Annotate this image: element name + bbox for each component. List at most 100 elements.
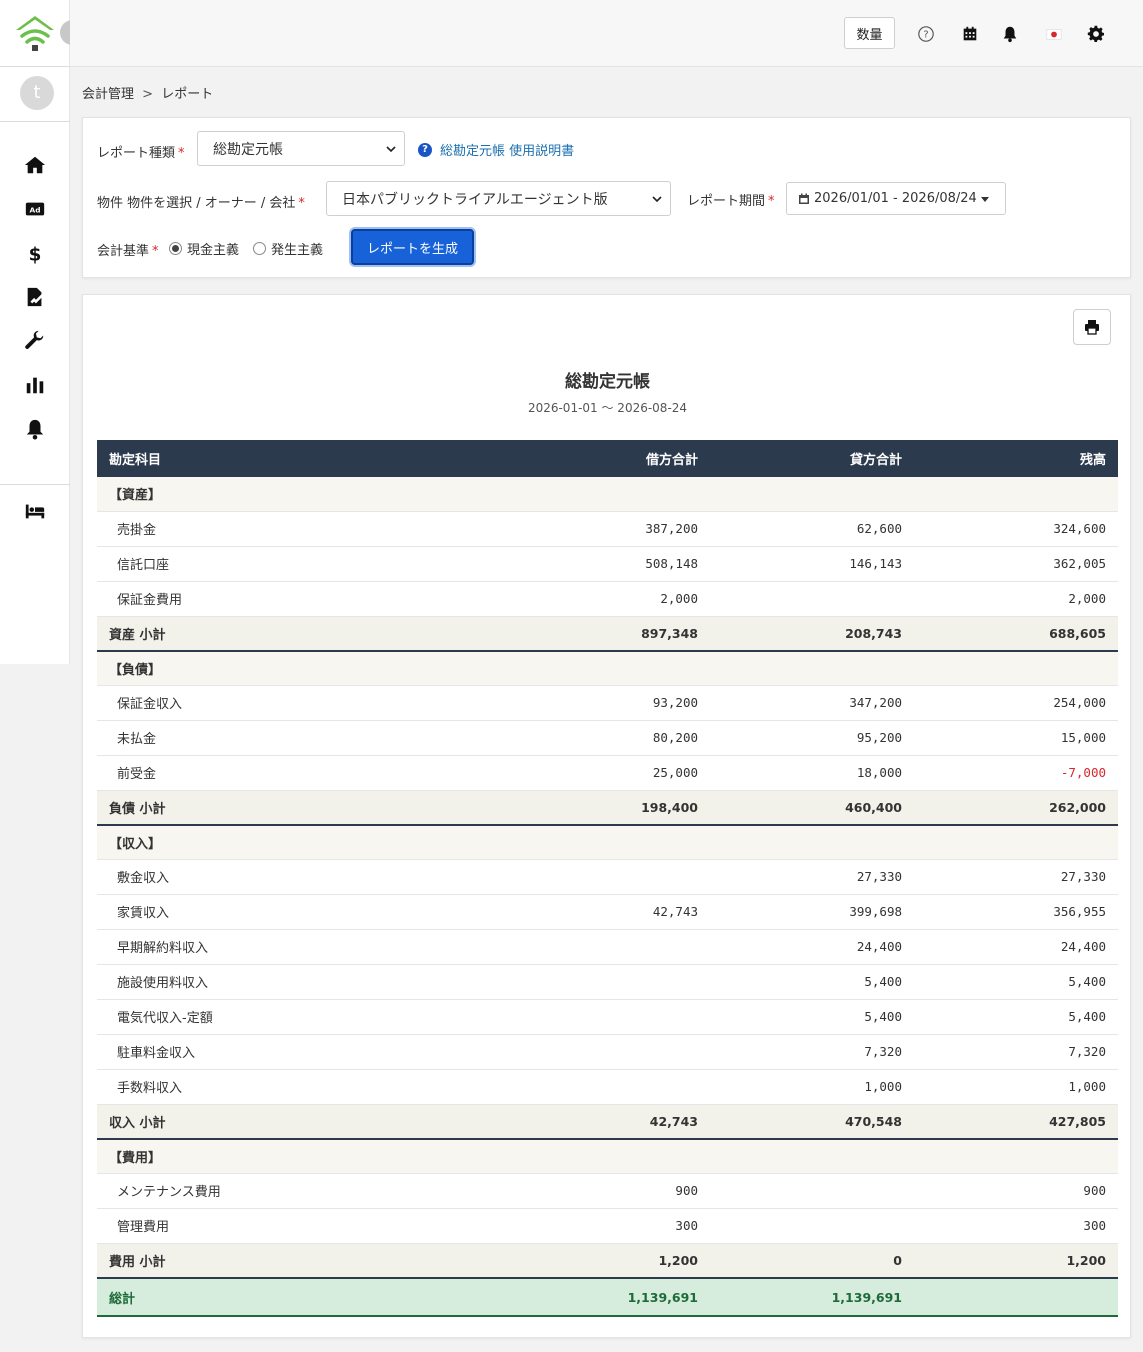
wrench-icon[interactable] bbox=[21, 327, 49, 355]
japan-flag-icon[interactable] bbox=[1044, 24, 1064, 44]
column-header: 勘定科目 bbox=[97, 440, 497, 477]
account-name: 敷金収入 bbox=[97, 859, 497, 895]
sidebar-divider bbox=[0, 484, 70, 485]
grand-total-credit: 1,139,691 bbox=[710, 1277, 914, 1317]
calendar-icon bbox=[799, 193, 809, 204]
section-heading-row: 【費用】 bbox=[97, 1139, 1118, 1174]
grand-total-row: 総計 1,139,691 1,139,691 bbox=[97, 1277, 1118, 1317]
balance: 254,000 bbox=[914, 685, 1118, 721]
report-type-select[interactable]: 総勘定元帳 bbox=[197, 131, 405, 166]
logo-icon[interactable] bbox=[14, 14, 56, 52]
bed-icon[interactable] bbox=[21, 497, 49, 525]
credit-total: 18,000 bbox=[710, 755, 914, 791]
basis-accrual-radio[interactable]: 発生主義 bbox=[253, 239, 323, 258]
table-row: 家賃収入 42,743 399,698 356,955 bbox=[97, 894, 1118, 930]
dollar-icon[interactable]: $ bbox=[21, 239, 49, 267]
account-name: 管理費用 bbox=[97, 1208, 497, 1244]
table-row: 売掛金 387,200 62,600 324,600 bbox=[97, 511, 1118, 547]
generate-report-button[interactable]: レポートを生成 bbox=[351, 229, 474, 265]
property-select[interactable]: 日本パブリックトライアルエージェント版 bbox=[326, 181, 671, 216]
sidebar-divider bbox=[0, 66, 70, 67]
ledger-body: 【資産】 売掛金 387,200 62,600 324,600 信託口座 508,148 14… bbox=[97, 477, 1118, 1317]
contract-icon[interactable] bbox=[21, 283, 49, 311]
radio-unchecked[interactable] bbox=[253, 242, 266, 255]
credit-total: 146,143 bbox=[710, 546, 914, 582]
ledger-table: 勘定科目 借方合計 貸方合計 残高 【資産】 売掛金 387,200 62,600 32… bbox=[97, 440, 1118, 1317]
account-name: 保証金収入 bbox=[97, 685, 497, 721]
ad-icon[interactable]: Ad bbox=[21, 195, 49, 223]
table-row: 信託口座 508,148 146,143 362,005 bbox=[97, 546, 1118, 582]
balance: 15,000 bbox=[914, 720, 1118, 756]
subtotal-balance: 688,605 bbox=[914, 616, 1118, 652]
account-name: 信託口座 bbox=[97, 546, 497, 582]
manual-link[interactable]: ? 総勘定元帳 使用説明書 bbox=[418, 140, 574, 159]
bar-chart-icon[interactable] bbox=[21, 371, 49, 399]
balance: 1,000 bbox=[914, 1069, 1118, 1105]
subtotal-name: 負債 小計 bbox=[97, 790, 497, 826]
credit-total: 399,698 bbox=[710, 894, 914, 930]
debit-total: 900 bbox=[497, 1173, 710, 1209]
subtotal-debit: 897,348 bbox=[497, 616, 710, 652]
subtotal-name: 資産 小計 bbox=[97, 616, 497, 652]
printer-icon bbox=[1085, 320, 1099, 335]
account-name: 早期解約料収入 bbox=[97, 929, 497, 965]
subtotal-name: 収入 小計 bbox=[97, 1104, 497, 1140]
report-type-label: レポート種類 * bbox=[97, 146, 185, 161]
sidebar: t Ad $ bbox=[0, 0, 70, 664]
home-icon[interactable] bbox=[21, 151, 49, 179]
subtotal-row: 費用 小計 1,200 0 1,200 bbox=[97, 1243, 1118, 1279]
radio-checked[interactable] bbox=[169, 242, 182, 255]
report-period-picker[interactable]: 2026/01/01 - 2026/08/24 bbox=[786, 182, 1006, 215]
balance: 362,005 bbox=[914, 546, 1118, 582]
table-row: 手数料収入 1,000 1,000 bbox=[97, 1069, 1118, 1105]
balance: 7,320 bbox=[914, 1034, 1118, 1070]
table-row: 敷金収入 27,330 27,330 bbox=[97, 859, 1118, 895]
avatar[interactable]: t bbox=[20, 76, 54, 110]
print-button[interactable] bbox=[1073, 309, 1111, 345]
balance: 300 bbox=[914, 1208, 1118, 1244]
section-heading: 【負債】 bbox=[97, 651, 1118, 686]
credit-total: 347,200 bbox=[710, 685, 914, 721]
subtotal-credit: 460,400 bbox=[710, 790, 914, 826]
credit-total: 24,400 bbox=[710, 929, 914, 965]
breadcrumb-parent[interactable]: 会計管理 bbox=[82, 87, 134, 102]
debit-total: 80,200 bbox=[497, 720, 710, 756]
credit-total: 27,330 bbox=[710, 859, 914, 895]
section-heading: 【資産】 bbox=[97, 477, 1118, 512]
calendar-icon[interactable] bbox=[960, 24, 980, 44]
subtotal-row: 資産 小計 897,348 208,743 688,605 bbox=[97, 616, 1118, 652]
quantity-button[interactable]: 数量 bbox=[844, 17, 895, 49]
table-row: 管理費用 300 300 bbox=[97, 1208, 1118, 1244]
table-row: 前受金 25,000 18,000 -7,000 bbox=[97, 755, 1118, 791]
debit-total: 2,000 bbox=[497, 581, 710, 617]
credit-total bbox=[710, 1173, 914, 1209]
notification-bell-icon[interactable] bbox=[1000, 24, 1020, 44]
column-header: 残高 bbox=[914, 440, 1118, 477]
caret-down-icon bbox=[980, 196, 989, 202]
report-title: 総勘定元帳 bbox=[565, 372, 650, 392]
balance: 5,400 bbox=[914, 999, 1118, 1035]
bell-icon[interactable] bbox=[21, 415, 49, 443]
debit-total: 42,743 bbox=[497, 894, 710, 930]
balance: -7,000 bbox=[914, 755, 1118, 791]
svg-text:$: $ bbox=[29, 244, 42, 264]
debit-total bbox=[497, 1034, 710, 1070]
account-name: 電気代収入-定額 bbox=[97, 999, 497, 1035]
account-name: 駐車料金収入 bbox=[97, 1034, 497, 1070]
debit-total bbox=[497, 999, 710, 1035]
credit-total: 1,000 bbox=[710, 1069, 914, 1105]
account-name: 保証金費用 bbox=[97, 581, 497, 617]
gear-icon[interactable] bbox=[1086, 24, 1106, 44]
table-row: 早期解約料収入 24,400 24,400 bbox=[97, 929, 1118, 965]
topbar: 数量 ? bbox=[70, 0, 1143, 67]
basis-cash-radio[interactable]: 現金主義 bbox=[169, 239, 239, 258]
balance: 27,330 bbox=[914, 859, 1118, 895]
accounting-basis-label: 会計基準 * bbox=[97, 244, 159, 259]
subtotal-credit: 208,743 bbox=[710, 616, 914, 652]
breadcrumb-separator: > bbox=[142, 87, 154, 102]
sidebar-divider bbox=[0, 121, 70, 122]
account-name: 手数料収入 bbox=[97, 1069, 497, 1105]
help-icon[interactable]: ? bbox=[916, 24, 936, 44]
report-period-label: レポート期間 * bbox=[687, 194, 775, 209]
table-row: 駐車料金収入 7,320 7,320 bbox=[97, 1034, 1118, 1070]
